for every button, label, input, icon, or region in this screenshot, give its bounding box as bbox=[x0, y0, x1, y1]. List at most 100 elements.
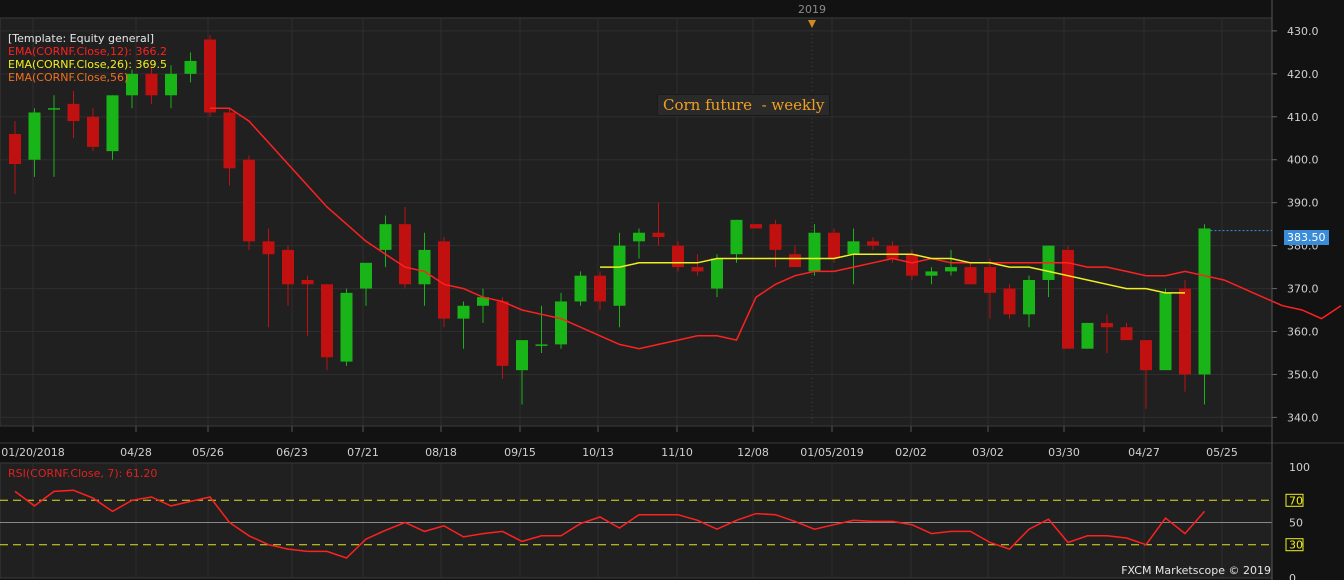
candle-body bbox=[1062, 249, 1074, 349]
x-tick-label: 04/27 bbox=[1128, 446, 1160, 459]
y-tick-label: 360.0 bbox=[1287, 326, 1319, 339]
candle-body bbox=[945, 267, 957, 272]
rsi-legend: RSI(CORNF.Close, 7): 61.20 bbox=[8, 467, 158, 480]
x-tick-label: 11/10 bbox=[661, 446, 693, 459]
candle-body bbox=[1179, 288, 1191, 375]
candle-body bbox=[1159, 292, 1172, 371]
candle bbox=[106, 95, 119, 160]
x-tick-label: 01/20/2018 bbox=[1, 446, 64, 459]
x-tick-label: 03/02 bbox=[972, 446, 1004, 459]
x-tick-label: 07/21 bbox=[347, 446, 379, 459]
candle-body bbox=[594, 275, 606, 302]
candle-body bbox=[28, 112, 41, 160]
x-tick-label: 05/25 bbox=[1206, 446, 1238, 459]
copyright-credit: FXCM Marketscope © 2019 bbox=[1121, 564, 1271, 577]
y-tick-label: 350.0 bbox=[1287, 368, 1319, 381]
rsi-plot-area bbox=[0, 462, 1273, 579]
candle-body bbox=[516, 340, 528, 371]
candle-body bbox=[574, 275, 587, 302]
rsi-y-label: 0 bbox=[1289, 572, 1296, 580]
indicator-legend: [Template: Equity general] EMA(CORNF.Clo… bbox=[8, 32, 167, 84]
x-tick-label: 04/28 bbox=[120, 446, 152, 459]
candle-body bbox=[984, 267, 996, 293]
x-tick-label: 01/05/2019 bbox=[800, 446, 863, 459]
rsi-y-label: 100 bbox=[1289, 461, 1310, 474]
chart-canvas: 01/20/2018 04/28 05/26 06/23 07/21 08/18 09/15… bbox=[0, 0, 1344, 580]
candle-body bbox=[87, 116, 99, 147]
candle-body bbox=[691, 267, 704, 272]
candle-body bbox=[555, 301, 567, 345]
candle-body bbox=[262, 241, 275, 255]
candle-body bbox=[847, 241, 860, 255]
x-tick-label: 05/26 bbox=[192, 446, 224, 459]
candle bbox=[204, 35, 216, 117]
candle-body bbox=[613, 245, 626, 306]
y-tick-label: 420.0 bbox=[1287, 68, 1319, 81]
legend-ema26: EMA(CORNF.Close,26): 369.5 bbox=[8, 58, 167, 71]
y-tick-label: 340.0 bbox=[1287, 411, 1319, 424]
candle-body bbox=[360, 262, 372, 289]
legend-ema12: EMA(CORNF.Close,12): 366.2 bbox=[8, 45, 167, 58]
x-tick-label: 09/15 bbox=[504, 446, 536, 459]
candle-body bbox=[1023, 279, 1035, 315]
candle-body bbox=[1120, 327, 1133, 341]
rsi-y-label: 70 bbox=[1289, 494, 1303, 507]
candle-body bbox=[282, 249, 294, 285]
rsi-y-label: 50 bbox=[1289, 517, 1303, 530]
candle-body bbox=[1003, 288, 1016, 315]
candle bbox=[1159, 288, 1172, 371]
candle bbox=[340, 288, 353, 366]
y-tick-label: 400.0 bbox=[1287, 154, 1319, 167]
candle-body bbox=[1140, 340, 1152, 371]
candle-body bbox=[750, 224, 762, 229]
y-tick-label: 370.0 bbox=[1287, 283, 1319, 296]
x-tick-label: 03/30 bbox=[1048, 446, 1080, 459]
candle-body bbox=[1101, 322, 1113, 328]
candle-body bbox=[399, 224, 411, 285]
candle-body bbox=[652, 232, 665, 238]
candle-body bbox=[769, 224, 782, 250]
candle-body bbox=[457, 305, 470, 319]
legend-ema56: EMA(CORNF.Close,56) bbox=[8, 71, 129, 84]
candle-body bbox=[106, 95, 119, 152]
candle bbox=[672, 241, 684, 272]
candle-body bbox=[243, 159, 255, 242]
candle-body bbox=[711, 258, 723, 289]
candle-body bbox=[340, 292, 353, 362]
candle-body bbox=[808, 232, 821, 272]
y-tick-label: 430.0 bbox=[1287, 25, 1319, 38]
candle bbox=[321, 284, 333, 371]
candle-body bbox=[906, 254, 918, 276]
y-tick-label: 390.0 bbox=[1287, 197, 1319, 210]
candle-body bbox=[1198, 228, 1211, 375]
rsi-y-label: 30 bbox=[1289, 539, 1303, 552]
candle-body bbox=[321, 284, 333, 358]
candle bbox=[1003, 284, 1016, 319]
x-tick-label: 08/18 bbox=[425, 446, 457, 459]
candle bbox=[574, 271, 587, 306]
candle-body bbox=[672, 245, 684, 268]
candle-body bbox=[535, 344, 548, 346]
candle-body bbox=[301, 279, 314, 285]
candle-body bbox=[1081, 322, 1094, 349]
current-price-tag: 383.50 bbox=[1284, 230, 1329, 245]
x-tick-label: 06/23 bbox=[276, 446, 308, 459]
candle-body bbox=[204, 39, 216, 113]
candle-body bbox=[925, 271, 938, 276]
candle-body bbox=[828, 232, 840, 259]
candle-body bbox=[184, 60, 197, 74]
x-tick-label: 10/13 bbox=[582, 446, 614, 459]
candle-body bbox=[867, 241, 879, 246]
candle bbox=[1062, 245, 1074, 349]
candle-body bbox=[9, 133, 21, 165]
candle-body bbox=[48, 108, 60, 110]
candle-body bbox=[730, 219, 743, 255]
x-tick-label: 02/02 bbox=[895, 446, 927, 459]
chart-title: Corn future - weekly bbox=[657, 94, 831, 116]
candle-body bbox=[418, 249, 431, 285]
candle bbox=[750, 224, 762, 229]
year-marker-label: 2019 bbox=[798, 3, 826, 16]
candle bbox=[243, 155, 255, 250]
candle-body bbox=[438, 241, 450, 319]
candle-body bbox=[964, 267, 977, 285]
